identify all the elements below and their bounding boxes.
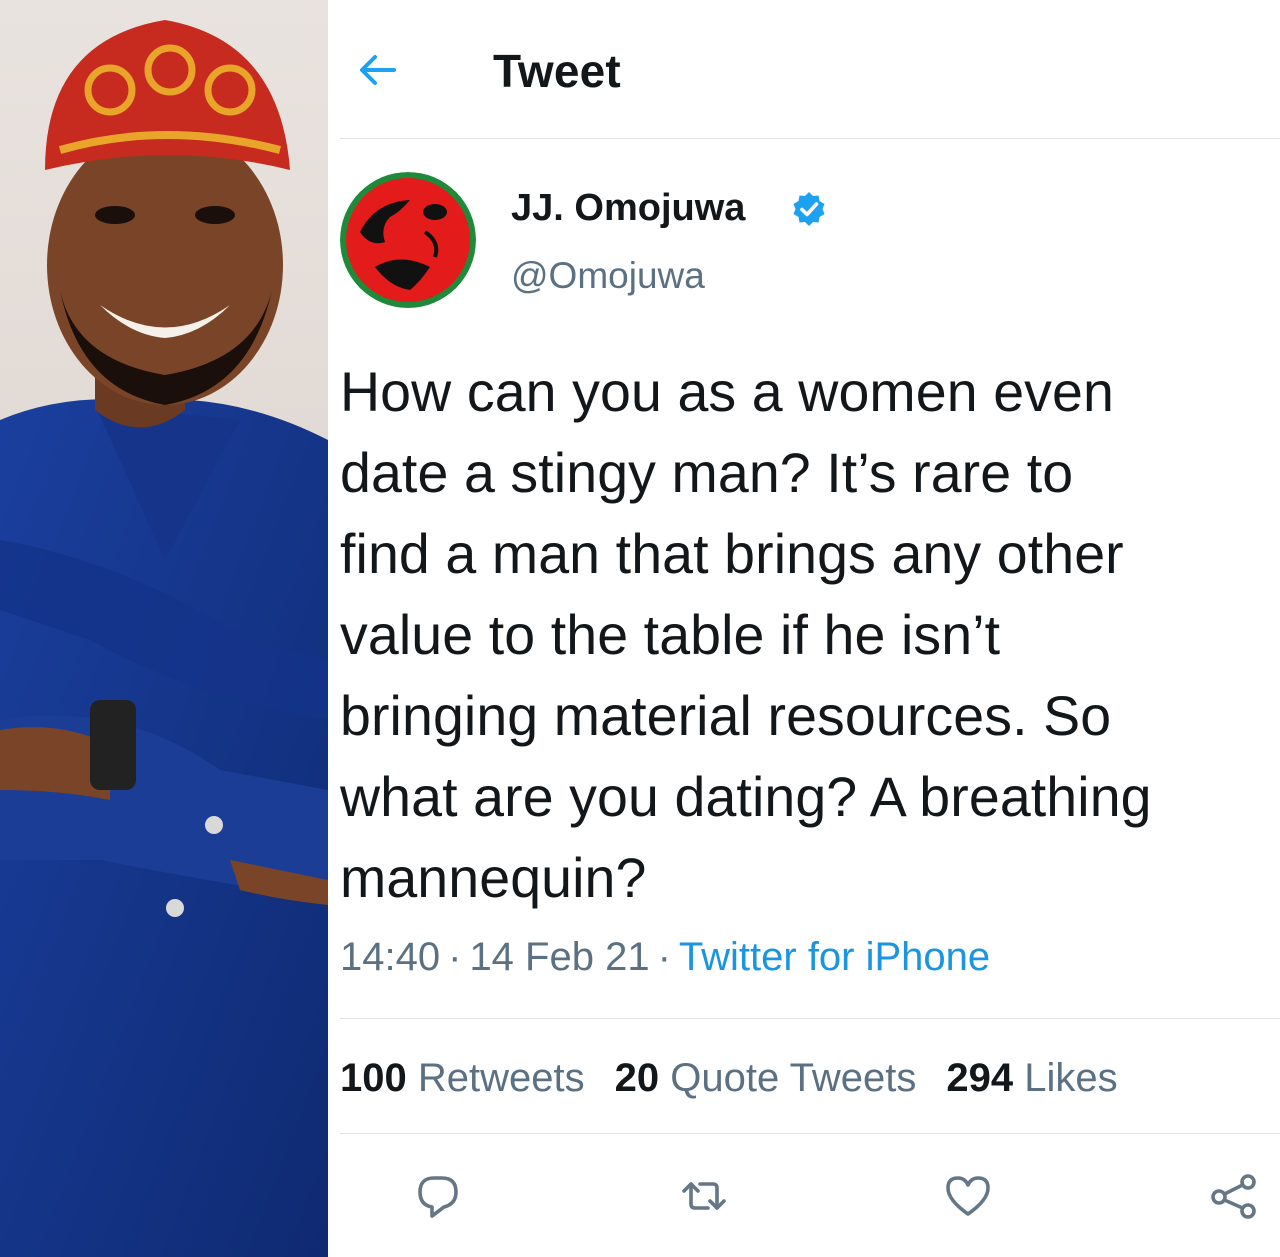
avatar[interactable]: [340, 172, 476, 308]
share-button[interactable]: [1208, 1170, 1260, 1222]
page-title: Tweet: [493, 45, 621, 97]
quote-tweets-count: 20: [614, 1056, 660, 1100]
tweet-metadata: 14:40 · 14 Feb 21 · Twitter for iPhone: [340, 935, 990, 980]
like-icon: [946, 1176, 990, 1216]
tweet-time: 14:40: [340, 935, 441, 979]
retweet-icon: [682, 1182, 726, 1210]
reply-button[interactable]: [412, 1170, 464, 1222]
quote-tweets-label: Quote Tweets: [670, 1056, 917, 1100]
back-button[interactable]: [354, 46, 402, 94]
quote-tweets-stat[interactable]: 20 Quote Tweets: [615, 1056, 917, 1100]
retweets-label: Retweets: [417, 1056, 585, 1100]
avatar-image: [340, 172, 476, 308]
arrow-left-icon: [360, 55, 396, 85]
verified-badge-icon: [790, 190, 828, 228]
display-name[interactable]: JJ. Omojuwa: [511, 187, 745, 230]
header-divider: [340, 138, 1280, 139]
reply-icon: [418, 1176, 458, 1218]
tweet-detail-panel: Tweet JJ. Omojuwa @Omojuwa How can you a…: [328, 0, 1280, 1257]
meta-separator: ·: [448, 935, 462, 979]
tweet-source-link[interactable]: Twitter for iPhone: [679, 935, 990, 979]
share-icon: [1211, 1174, 1256, 1219]
top-bar: Tweet: [328, 0, 1280, 138]
meta-separator: ·: [657, 935, 671, 979]
tweet-text: How can you as a women even date a sting…: [340, 361, 1152, 909]
likes-stat[interactable]: 294 Likes: [946, 1056, 1117, 1100]
meta-divider: [340, 1018, 1280, 1019]
retweet-button[interactable]: [678, 1170, 730, 1222]
profile-photo: [0, 0, 328, 1257]
likes-count: 294: [946, 1056, 1014, 1100]
stats-divider: [340, 1133, 1280, 1134]
user-handle[interactable]: @Omojuwa: [511, 255, 705, 297]
tweet-date: 14 Feb 21: [469, 935, 650, 979]
man-in-blue-agbada-image: [0, 20, 328, 1257]
likes-label: Likes: [1024, 1056, 1118, 1100]
retweets-stat[interactable]: 100 Retweets: [340, 1056, 585, 1100]
tweet-stats: 100 Retweets 20 Quote Tweets 294 Likes: [340, 1056, 1148, 1101]
like-button[interactable]: [942, 1170, 994, 1222]
retweets-count: 100: [340, 1056, 407, 1100]
